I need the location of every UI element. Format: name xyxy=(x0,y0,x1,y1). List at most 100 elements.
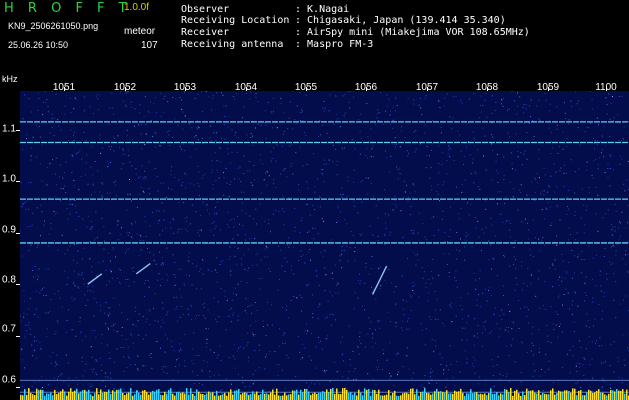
noise-speck xyxy=(570,100,572,102)
baseline-bar xyxy=(110,393,112,400)
baseline-bar xyxy=(48,393,50,400)
noise-speck xyxy=(286,305,288,307)
noise-speck xyxy=(311,382,312,384)
noise-speck xyxy=(526,158,528,160)
noise-speck xyxy=(284,388,286,390)
noise-speck xyxy=(246,344,248,346)
baseline-bar xyxy=(152,390,154,400)
baseline-bar xyxy=(446,390,448,400)
noise-speck xyxy=(83,283,85,285)
noise-speck xyxy=(272,324,273,326)
noise-speck xyxy=(305,94,307,96)
noise-speck xyxy=(24,367,25,369)
noise-speck xyxy=(449,156,451,158)
noise-speck xyxy=(528,229,530,231)
noise-speck xyxy=(206,338,208,340)
noise-speck xyxy=(494,307,496,309)
noise-speck xyxy=(625,254,626,256)
noise-speck xyxy=(65,192,67,194)
noise-speck xyxy=(210,172,212,174)
noise-speck xyxy=(238,374,240,376)
baseline-bar xyxy=(298,394,300,400)
noise-speck xyxy=(348,101,350,103)
noise-speck xyxy=(595,342,597,344)
noise-speck xyxy=(302,254,304,256)
noise-speck xyxy=(564,278,566,279)
noise-speck xyxy=(171,346,173,348)
noise-speck xyxy=(450,306,452,308)
noise-speck xyxy=(236,294,237,296)
noise-speck xyxy=(446,93,448,95)
noise-speck xyxy=(623,126,625,128)
noise-speck xyxy=(349,247,351,249)
baseline-bar xyxy=(142,390,144,400)
noise-speck xyxy=(275,187,277,189)
noise-speck xyxy=(456,231,458,233)
noise-speck xyxy=(492,375,494,377)
noise-speck xyxy=(218,177,220,179)
noise-speck xyxy=(421,267,423,269)
noise-speck xyxy=(32,136,34,138)
noise-speck xyxy=(343,249,345,251)
baseline-bar xyxy=(468,393,470,400)
noise-speck xyxy=(374,122,376,124)
noise-speck xyxy=(73,180,75,181)
noise-speck xyxy=(195,135,197,137)
noise-speck xyxy=(206,209,208,211)
noise-speck xyxy=(38,276,39,278)
noise-speck xyxy=(567,292,569,294)
baseline-bar xyxy=(348,393,350,400)
baseline-bar xyxy=(354,392,356,400)
noise-speck xyxy=(43,295,45,297)
noise-speck xyxy=(569,308,571,310)
noise-speck xyxy=(324,371,326,373)
noise-speck xyxy=(530,98,532,100)
noise-speck xyxy=(144,216,146,218)
noise-speck xyxy=(600,290,602,292)
noise-speck xyxy=(89,290,91,292)
baseline-bar xyxy=(420,392,422,400)
noise-speck xyxy=(295,375,297,377)
noise-speck xyxy=(233,226,235,228)
noise-speck xyxy=(556,124,558,126)
baseline-bar xyxy=(44,395,46,400)
noise-speck xyxy=(407,318,409,319)
noise-speck xyxy=(319,119,321,121)
noise-speck xyxy=(223,172,224,174)
noise-speck xyxy=(335,222,337,223)
noise-speck xyxy=(247,342,249,344)
noise-speck xyxy=(111,384,113,386)
noise-speck xyxy=(605,361,607,363)
noise-speck xyxy=(197,125,199,127)
noise-speck xyxy=(461,318,463,320)
noise-speck xyxy=(65,354,67,356)
noise-speck xyxy=(280,97,282,99)
noise-speck xyxy=(538,238,540,240)
noise-speck xyxy=(384,234,386,236)
noise-speck xyxy=(232,355,234,357)
noise-speck xyxy=(137,369,139,371)
noise-speck xyxy=(482,104,484,106)
baseline-bar xyxy=(260,393,262,400)
noise-speck xyxy=(510,344,512,346)
noise-speck xyxy=(299,146,301,148)
noise-speck xyxy=(263,325,264,327)
noise-speck xyxy=(132,324,134,326)
noise-speck xyxy=(315,346,317,348)
noise-speck xyxy=(580,386,582,388)
noise-speck xyxy=(559,276,560,278)
noise-speck xyxy=(370,321,372,323)
noise-speck xyxy=(319,121,321,123)
noise-speck xyxy=(255,127,256,129)
noise-speck xyxy=(358,119,359,121)
baseline-bar xyxy=(332,388,334,400)
noise-speck xyxy=(254,238,256,240)
noise-speck xyxy=(347,180,349,182)
noise-speck xyxy=(438,274,440,276)
noise-speck xyxy=(319,195,321,197)
noise-speck xyxy=(579,362,581,364)
noise-speck xyxy=(243,347,245,349)
baseline-bar xyxy=(460,388,462,400)
baseline-bar xyxy=(594,392,596,400)
noise-speck xyxy=(149,193,151,195)
